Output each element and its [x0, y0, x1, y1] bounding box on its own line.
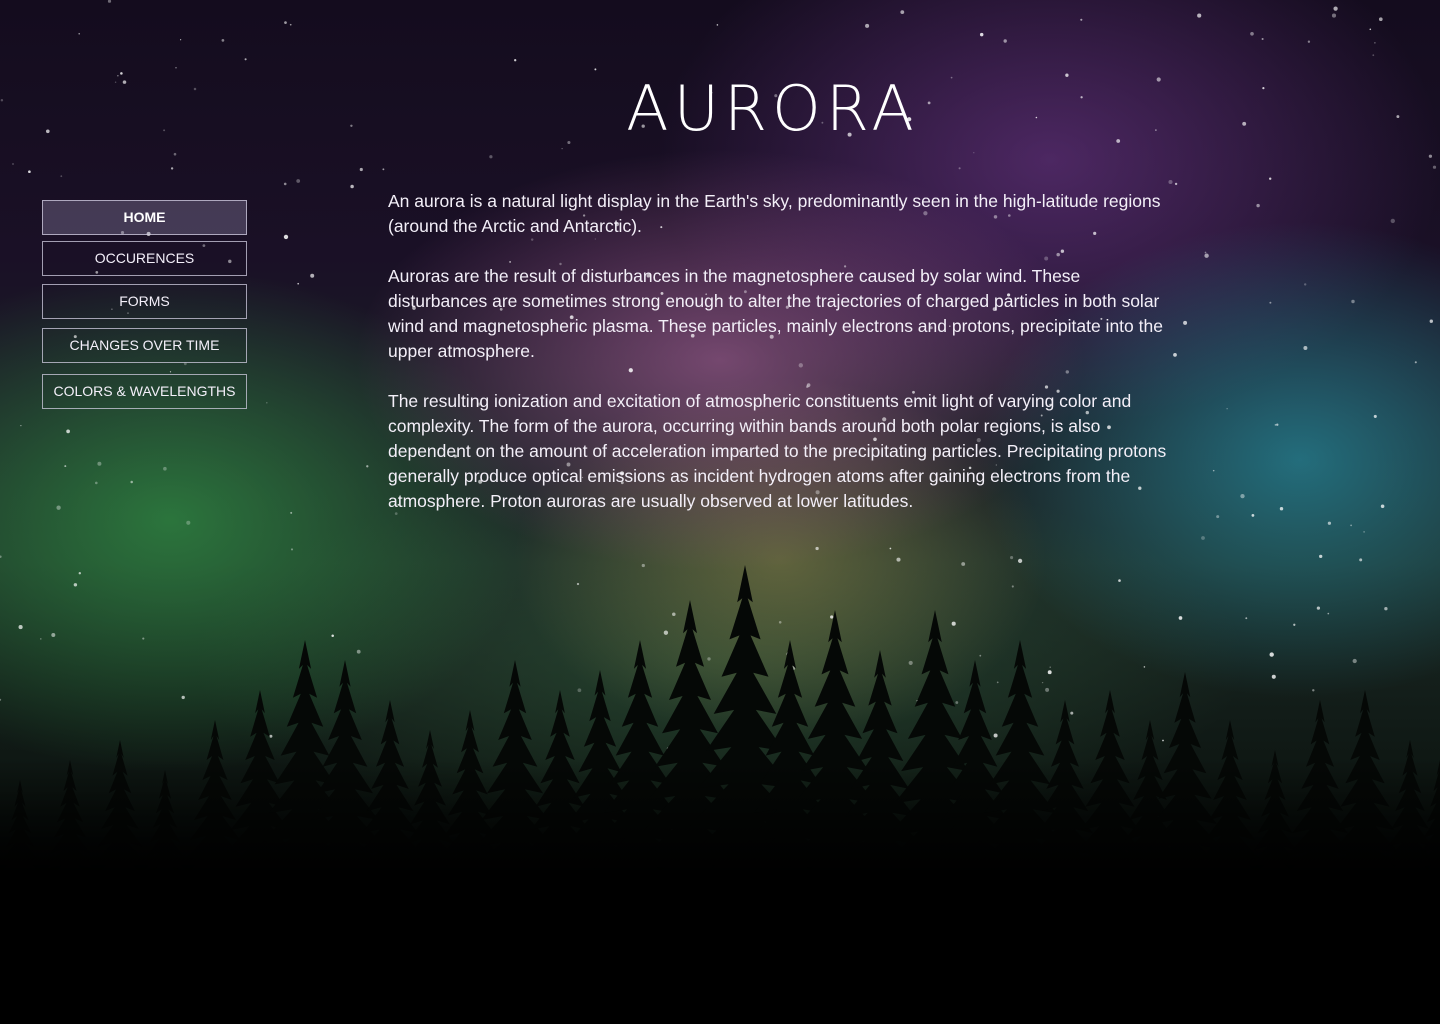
cause-paragraph: Auroras are the result of disturbances i…	[388, 266, 1163, 361]
nav-item-colors-wavelengths[interactable]: COLORS & WAVELENGTHS	[42, 374, 247, 409]
main-content: An aurora is a natural light display in …	[388, 189, 1168, 539]
nav-item-forms[interactable]: FORMS	[42, 284, 247, 319]
aurora-page: AURORA HOME OCCURENCES FORMS CHANGES OVE…	[0, 0, 1440, 1024]
nav-item-changes-over-time[interactable]: CHANGES OVER TIME	[42, 328, 247, 363]
nav-item-occurences[interactable]: OCCURENCES	[42, 241, 247, 276]
nav-item-home[interactable]: HOME	[42, 200, 247, 235]
page-title: AURORA	[626, 72, 919, 145]
emission-paragraph: The resulting ionization and excitation …	[388, 391, 1167, 511]
intro-paragraph: An aurora is a natural light display in …	[388, 191, 1161, 236]
